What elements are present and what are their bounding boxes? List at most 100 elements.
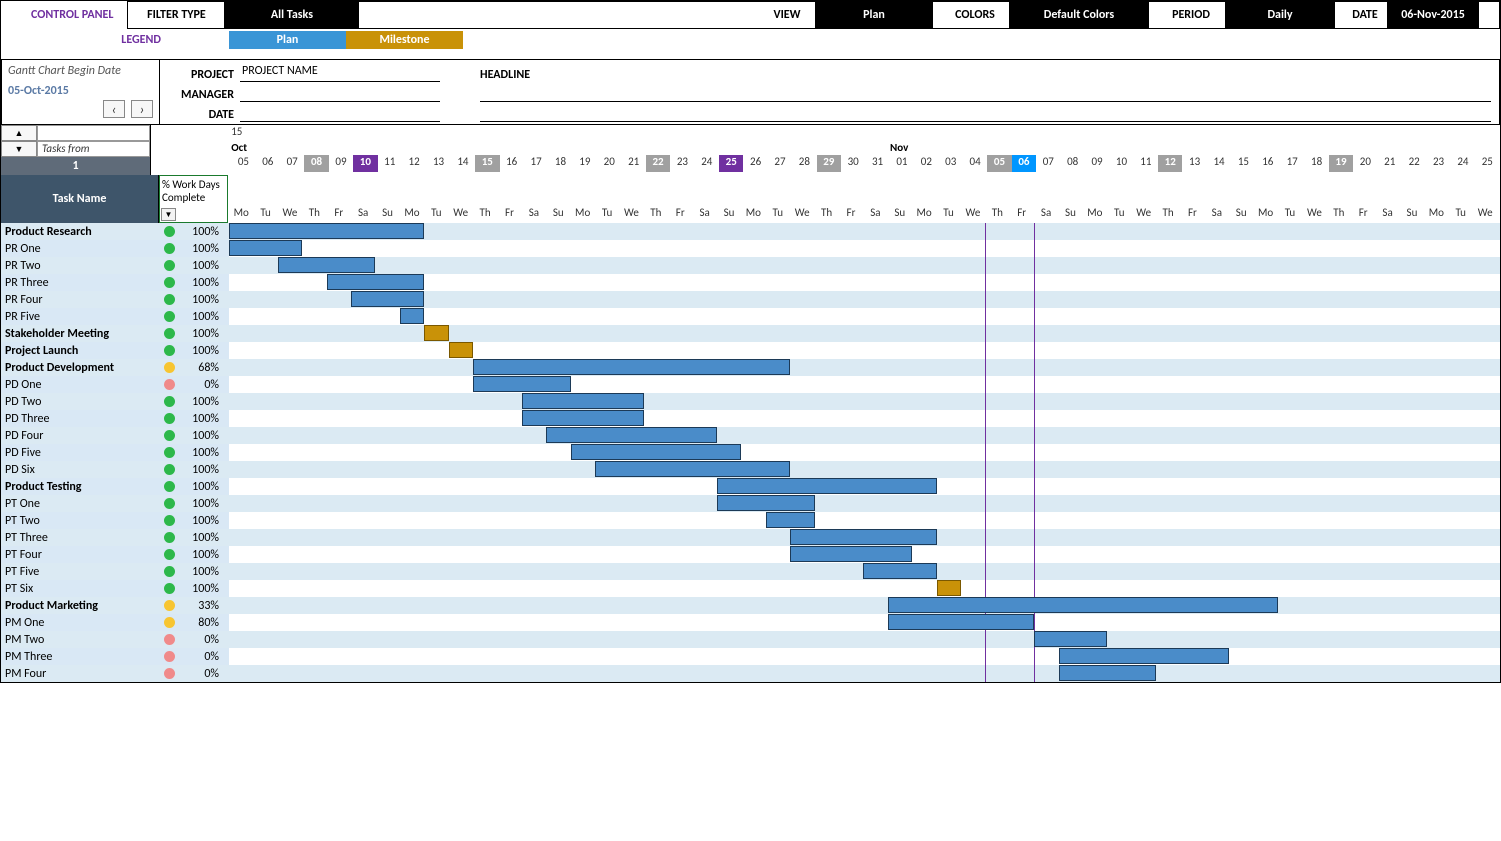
gantt-bar[interactable] <box>888 614 1034 630</box>
gantt-bar[interactable] <box>766 512 815 528</box>
dropdown-icon[interactable]: ▼ <box>161 208 176 221</box>
filter-type-value[interactable]: All Tasks <box>224 2 359 28</box>
task-name: PD Four <box>1 427 159 444</box>
pct-complete: 80% <box>179 614 229 631</box>
pct-complete: 100% <box>179 512 229 529</box>
gantt-bar[interactable] <box>888 597 1278 613</box>
gantt-bar[interactable] <box>1059 648 1230 664</box>
gantt-bar[interactable] <box>473 359 790 375</box>
task-row: PD Two 100% <box>1 393 1500 410</box>
tasks-from-cell[interactable] <box>37 125 150 141</box>
date-value[interactable]: 06-Nov-2015 <box>1387 2 1479 28</box>
status-indicator <box>159 444 179 461</box>
gantt-bar[interactable] <box>717 478 937 494</box>
project-date-input[interactable] <box>240 104 440 122</box>
day-cell: 26 <box>743 155 767 172</box>
period-value[interactable]: Daily <box>1225 2 1335 28</box>
weekday-cell: Fr <box>668 206 692 223</box>
gantt-bar[interactable] <box>522 393 644 409</box>
pct-complete: 100% <box>179 427 229 444</box>
pct-complete: 100% <box>179 274 229 291</box>
prev-button[interactable]: ‹ <box>103 100 125 118</box>
up-button[interactable]: ▲ <box>1 125 37 141</box>
gantt-grid-row <box>229 359 1500 376</box>
day-cell: 22 <box>646 155 670 172</box>
day-cell: 25 <box>1475 155 1499 172</box>
day-cell: 16 <box>1256 155 1280 172</box>
task-row: PT One 100% <box>1 495 1500 512</box>
pct-complete: 100% <box>179 461 229 478</box>
task-row: PM Two 0% <box>1 631 1500 648</box>
gantt-grid-row <box>229 512 1500 529</box>
status-indicator <box>159 257 179 274</box>
day-cell: 14 <box>451 155 475 172</box>
date-label: DATE <box>1343 2 1387 28</box>
weekday-cell: Th <box>985 206 1009 223</box>
pct-complete-header[interactable]: % Work Days Complete ▼ <box>159 175 228 223</box>
gantt-bar[interactable] <box>327 274 425 290</box>
day-cell: 16 <box>500 155 524 172</box>
next-button[interactable]: › <box>131 100 153 118</box>
gantt-bar[interactable] <box>1059 665 1157 681</box>
pct-complete: 68% <box>179 359 229 376</box>
weekday-cell: Su <box>375 206 399 223</box>
gantt-bar[interactable] <box>473 376 571 392</box>
gantt-bar[interactable] <box>717 495 815 511</box>
day-cell: 02 <box>914 155 938 172</box>
gantt-bar[interactable] <box>790 529 936 545</box>
headline-input-2[interactable] <box>480 104 1491 122</box>
day-cell: 17 <box>524 155 548 172</box>
task-row: PM Three 0% <box>1 648 1500 665</box>
day-cell: 12 <box>402 155 426 172</box>
weekday-cell: Tu <box>424 206 448 223</box>
task-name: PM Three <box>1 648 159 665</box>
gantt-bar[interactable] <box>400 308 424 324</box>
gantt-bar[interactable] <box>571 444 742 460</box>
day-cell: 18 <box>1304 155 1328 172</box>
down-button[interactable]: ▼ <box>1 141 37 157</box>
gantt-bar[interactable] <box>1034 631 1107 647</box>
day-row: 0506070809101112131415161718192021222324… <box>231 155 1500 172</box>
status-indicator <box>159 597 179 614</box>
day-cell: 12 <box>1158 155 1182 172</box>
gantt-bar[interactable] <box>522 410 644 426</box>
day-cell: 25 <box>719 155 743 172</box>
day-cell: 29 <box>817 155 841 172</box>
gantt-bar[interactable] <box>229 223 424 239</box>
pct-complete: 100% <box>179 546 229 563</box>
pct-complete: 100% <box>179 342 229 359</box>
weekday-cell: Su <box>1229 206 1253 223</box>
gantt-grid-row <box>229 495 1500 512</box>
milestone-marker[interactable] <box>937 580 961 596</box>
pct-complete: 100% <box>179 223 229 240</box>
headline-input-1[interactable] <box>480 84 1491 102</box>
weekday-cell: Su <box>717 206 741 223</box>
view-value[interactable]: Plan <box>815 2 933 28</box>
manager-input[interactable] <box>240 84 440 102</box>
day-cell: 20 <box>1353 155 1377 172</box>
gantt-bar[interactable] <box>863 563 936 579</box>
milestone-marker[interactable] <box>424 325 448 341</box>
gantt-bar[interactable] <box>229 240 302 256</box>
task-name: PR Two <box>1 257 159 274</box>
gantt-bar[interactable] <box>278 257 376 273</box>
day-cell: 21 <box>621 155 645 172</box>
colors-label: COLORS <box>941 2 1009 28</box>
colors-value[interactable]: Default Colors <box>1009 2 1149 28</box>
gantt-bar[interactable] <box>790 546 912 562</box>
project-name-value[interactable]: PROJECT NAME <box>240 64 440 82</box>
day-cell: 17 <box>1280 155 1304 172</box>
weekday-cell: Th <box>1327 206 1351 223</box>
weekday-cell: Mo <box>229 206 253 223</box>
task-name: PD Two <box>1 393 159 410</box>
task-name: PD Six <box>1 461 159 478</box>
gantt-grid-row <box>229 580 1500 597</box>
legend-label: LEGEND <box>1 33 229 47</box>
gantt-bar[interactable] <box>546 427 717 443</box>
gantt-bar[interactable] <box>595 461 790 477</box>
day-cell: 24 <box>695 155 719 172</box>
gantt-bar[interactable] <box>351 291 424 307</box>
day-cell: 19 <box>1329 155 1353 172</box>
status-indicator <box>159 580 179 597</box>
milestone-marker[interactable] <box>449 342 473 358</box>
